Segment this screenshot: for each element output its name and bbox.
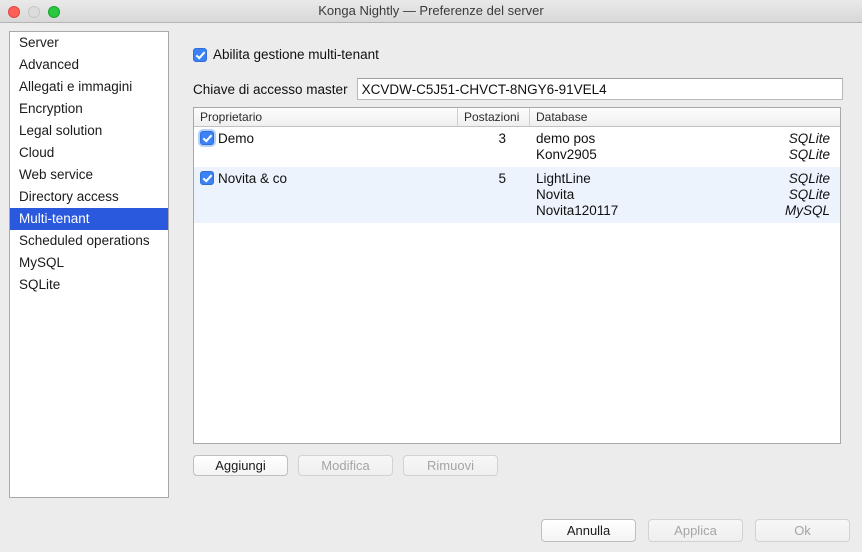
multi-tenant-pane: Abilita gestione multi-tenant Chiave di …	[177, 31, 853, 498]
database-entry: Novita SQLite	[536, 187, 830, 203]
sidebar-item-web-service[interactable]: Web service	[10, 164, 168, 186]
sidebar-item-directory-access[interactable]: Directory access	[10, 186, 168, 208]
enable-multitenant-checkbox[interactable]	[193, 47, 207, 62]
cell-databases: demo pos SQLite Konv2905 SQLite	[530, 127, 840, 167]
database-name: LightLine	[536, 171, 591, 186]
cell-owner: Novita & co	[194, 167, 458, 223]
table-header: Proprietario Postazioni Database	[194, 108, 840, 127]
preferences-window: Konga Nightly — Preferenze del server Se…	[0, 0, 862, 552]
cell-databases: LightLine SQLite Novita SQLite Novita120…	[530, 167, 840, 223]
table-row[interactable]: Demo 3 demo pos SQLite Konv2905 SQLite	[194, 127, 840, 167]
title-bar: Konga Nightly — Preferenze del server	[0, 0, 862, 23]
master-key-label: Chiave di accesso master	[193, 81, 348, 97]
table-row[interactable]: Novita & co 5 LightLine SQLite Novita SQ…	[194, 167, 840, 223]
edit-button[interactable]: Modifica	[298, 455, 393, 476]
enable-multitenant-row[interactable]: Abilita gestione multi-tenant	[193, 47, 379, 62]
column-header-seats[interactable]: Postazioni	[458, 108, 530, 126]
database-entry: demo pos SQLite	[536, 131, 830, 147]
owner-name: Novita & co	[218, 171, 288, 186]
sidebar-item-allegati-e-immagini[interactable]: Allegati e immagini	[10, 76, 168, 98]
database-name: Novita120117	[536, 203, 619, 218]
table-action-buttons: Aggiungi Modifica Rimuovi	[193, 455, 498, 476]
database-entry: Konv2905 SQLite	[536, 147, 830, 163]
dialog-footer: Annulla Applica Ok	[541, 519, 850, 542]
cancel-button[interactable]: Annulla	[541, 519, 636, 542]
owner-name: Demo	[218, 131, 255, 146]
add-button[interactable]: Aggiungi	[193, 455, 288, 476]
apply-button[interactable]: Applica	[648, 519, 743, 542]
window-title: Konga Nightly — Preferenze del server	[318, 3, 544, 18]
sidebar-item-advanced[interactable]: Advanced	[10, 54, 168, 76]
cell-seats: 5	[498, 171, 506, 186]
tenants-table[interactable]: Proprietario Postazioni Database Demo 3 …	[193, 107, 841, 444]
database-name: demo pos	[536, 131, 596, 146]
sidebar-item-legal-solution[interactable]: Legal solution	[10, 120, 168, 142]
database-name: Novita	[536, 187, 575, 202]
database-type: SQLite	[788, 187, 830, 202]
sidebar-item-cloud[interactable]: Cloud	[10, 142, 168, 164]
row-checkbox[interactable]	[200, 171, 214, 185]
column-header-owner[interactable]: Proprietario	[194, 108, 458, 126]
sidebar-item-server[interactable]: Server	[10, 32, 168, 54]
ok-button[interactable]: Ok	[755, 519, 850, 542]
database-name: Konv2905	[536, 147, 597, 162]
database-type: SQLite	[788, 131, 830, 146]
sidebar-item-multi-tenant[interactable]: Multi-tenant	[10, 208, 168, 230]
enable-multitenant-label: Abilita gestione multi-tenant	[213, 47, 379, 62]
sidebar-item-mysql[interactable]: MySQL	[10, 252, 168, 274]
cell-seats: 3	[498, 131, 506, 146]
preferences-sidebar[interactable]: Server Advanced Allegati e immagini Encr…	[9, 31, 169, 498]
database-type: MySQL	[784, 203, 830, 218]
database-type: SQLite	[788, 171, 830, 186]
sidebar-item-sqlite[interactable]: SQLite	[10, 274, 168, 296]
database-entry: LightLine SQLite	[536, 171, 830, 187]
master-key-input[interactable]	[356, 78, 843, 100]
sidebar-item-scheduled-operations[interactable]: Scheduled operations	[10, 230, 168, 252]
master-key-row: Chiave di accesso master	[193, 78, 843, 100]
database-entry: Novita120117 MySQL	[536, 203, 830, 219]
database-type: SQLite	[788, 147, 830, 162]
row-checkbox[interactable]	[200, 131, 214, 145]
cell-owner: Demo	[194, 127, 458, 167]
column-header-database[interactable]: Database	[530, 108, 840, 126]
sidebar-item-encryption[interactable]: Encryption	[10, 98, 168, 120]
remove-button[interactable]: Rimuovi	[403, 455, 498, 476]
